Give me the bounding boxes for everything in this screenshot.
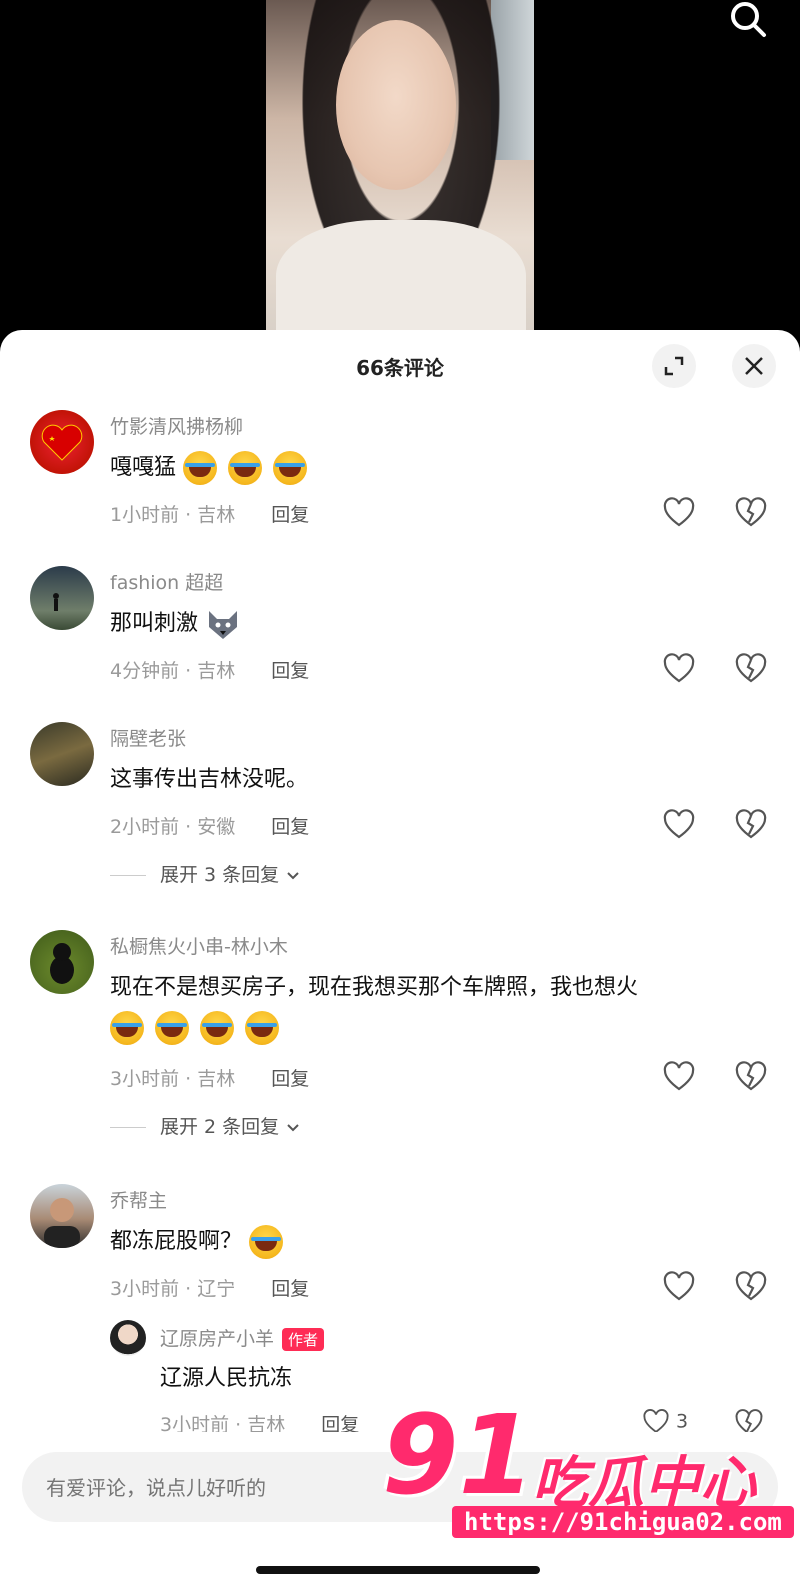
broken-heart-icon[interactable] xyxy=(734,652,768,686)
comment-meta: 3小时前 · 吉林 回复 xyxy=(110,1064,309,1091)
person-silhouette-icon xyxy=(53,593,59,611)
like-count: 3 xyxy=(676,1410,689,1433)
heart-icon[interactable] xyxy=(662,496,696,530)
meta-separator: · xyxy=(185,660,192,682)
laugh-cry-emoji-icon xyxy=(249,1225,284,1259)
broken-heart-icon[interactable] xyxy=(734,1060,768,1094)
reply-button[interactable]: 回复 xyxy=(271,816,309,838)
username[interactable]: 隔壁老张 xyxy=(110,724,186,751)
comment-meta: 3小时前 · 辽宁 回复 xyxy=(110,1274,309,1301)
avatar[interactable] xyxy=(30,722,94,786)
home-indicator xyxy=(256,1566,540,1574)
video-face xyxy=(336,20,456,190)
sub-reply-header: 辽原房产小羊 作者 xyxy=(160,1324,325,1351)
comment-location: 吉林 xyxy=(197,660,236,682)
divider-line xyxy=(110,1127,146,1128)
video-area[interactable] xyxy=(0,0,800,340)
expand-replies-button[interactable]: 展开 3 条回复 xyxy=(110,860,301,887)
comment-time: 3小时前 xyxy=(110,1278,180,1300)
avatar[interactable] xyxy=(30,410,94,474)
heart-icon[interactable] xyxy=(662,808,696,842)
comment-meta: 4分钟前 · 吉林 回复 xyxy=(110,656,309,683)
author-badge: 作者 xyxy=(282,1328,325,1351)
sub-reply: 辽原房产小羊 作者 辽源人民抗冻 3小时前 · 吉林 回复 3 xyxy=(110,1320,800,1440)
comment-time: 1小时前 xyxy=(110,504,180,526)
laugh-cry-emoji-icon xyxy=(155,1011,189,1045)
reply-button[interactable]: 回复 xyxy=(271,1068,309,1090)
comment-text-content: 现在不是想买房子，现在我想买那个车牌照，我也想火 xyxy=(110,975,639,1000)
heart-icon[interactable] xyxy=(662,652,696,686)
comment-meta: 1小时前 · 吉林 回复 xyxy=(110,500,309,527)
heart-icon[interactable] xyxy=(662,1060,696,1094)
laugh-cry-emoji-icon xyxy=(273,451,308,485)
comment-meta: 2小时前 · 安徽 回复 xyxy=(110,812,309,839)
wolf-emoji-icon xyxy=(209,611,238,639)
username[interactable]: 乔帮主 xyxy=(110,1186,167,1213)
meta-separator: · xyxy=(185,1068,192,1090)
comment-text: 嘎嘎猛 xyxy=(110,448,760,488)
broken-heart-icon[interactable] xyxy=(734,1270,768,1304)
laugh-cry-emoji-icon xyxy=(183,451,218,485)
comment-time: 3小时前 xyxy=(110,1068,180,1090)
comment-text: 都冻屁股啊？ xyxy=(110,1222,760,1262)
broken-heart-icon[interactable] xyxy=(734,808,768,842)
laugh-cry-emoji-icon xyxy=(228,451,263,485)
comment-text-content: 都冻屁股啊？ xyxy=(110,1229,243,1254)
laugh-cry-emoji-icon xyxy=(200,1011,234,1045)
comment-input[interactable] xyxy=(44,1452,468,1524)
emoji-row xyxy=(110,1008,760,1048)
reply-button[interactable]: 回复 xyxy=(271,1278,309,1300)
sub-reply-text: 辽源人民抗冻 xyxy=(160,1366,293,1391)
meta-separator: · xyxy=(185,504,192,526)
avatar[interactable] xyxy=(110,1320,146,1356)
comment-location: 吉林 xyxy=(197,504,236,526)
meta-separator: · xyxy=(185,816,192,838)
username[interactable]: fashion 超超 xyxy=(110,568,223,595)
expand-replies-label: 展开 3 条回复 xyxy=(160,864,280,886)
flag-heart-icon xyxy=(41,424,83,461)
comment-location: 辽宁 xyxy=(197,1278,236,1300)
broken-heart-icon[interactable] xyxy=(734,496,768,530)
comment-input-bar[interactable] xyxy=(22,1452,778,1524)
avatar[interactable] xyxy=(30,566,94,630)
close-button[interactable] xyxy=(732,344,776,388)
search-button[interactable] xyxy=(726,0,770,44)
reply-button[interactable]: 回复 xyxy=(271,660,309,682)
expand-icon xyxy=(664,356,684,376)
username[interactable]: 辽原房产小羊 xyxy=(160,1328,274,1350)
laugh-cry-emoji-icon xyxy=(245,1011,279,1045)
person-portrait-icon xyxy=(44,1198,80,1248)
video-shirt xyxy=(276,220,526,340)
chevron-down-icon xyxy=(287,1123,299,1131)
comment-time: 2小时前 xyxy=(110,816,180,838)
username[interactable]: 私橱焦火小串-林小木 xyxy=(110,932,288,959)
divider-line xyxy=(110,875,146,876)
avatar[interactable] xyxy=(30,930,94,994)
expand-replies-button[interactable]: 展开 2 条回复 xyxy=(110,1112,301,1139)
comment-location: 吉林 xyxy=(197,1068,236,1090)
expand-replies-label: 展开 2 条回复 xyxy=(160,1116,280,1138)
comment-time: 4分钟前 xyxy=(110,660,180,682)
comment-text: 那叫刺激 xyxy=(110,604,760,644)
comment-location: 安徽 xyxy=(197,816,236,838)
comment-text: 这事传出吉林没呢。 xyxy=(110,767,309,792)
dog-icon xyxy=(50,943,74,984)
meta-separator: · xyxy=(185,1278,192,1300)
comment-text-content: 那叫刺激 xyxy=(110,611,199,636)
reply-button[interactable]: 回复 xyxy=(271,504,309,526)
search-icon xyxy=(731,2,766,37)
expand-button[interactable] xyxy=(652,344,696,388)
comment-text: 现在不是想买房子，现在我想买那个车牌照，我也想火 xyxy=(110,968,760,1048)
comment-text-content: 嘎嘎猛 xyxy=(110,455,177,480)
laugh-cry-emoji-icon xyxy=(110,1011,144,1045)
video-thumbnail[interactable] xyxy=(266,0,534,340)
chevron-down-icon xyxy=(287,871,299,879)
heart-icon[interactable] xyxy=(662,1270,696,1304)
username[interactable]: 竹影清风拂杨柳 xyxy=(110,412,243,439)
close-icon xyxy=(745,357,763,375)
avatar[interactable] xyxy=(30,1184,94,1248)
